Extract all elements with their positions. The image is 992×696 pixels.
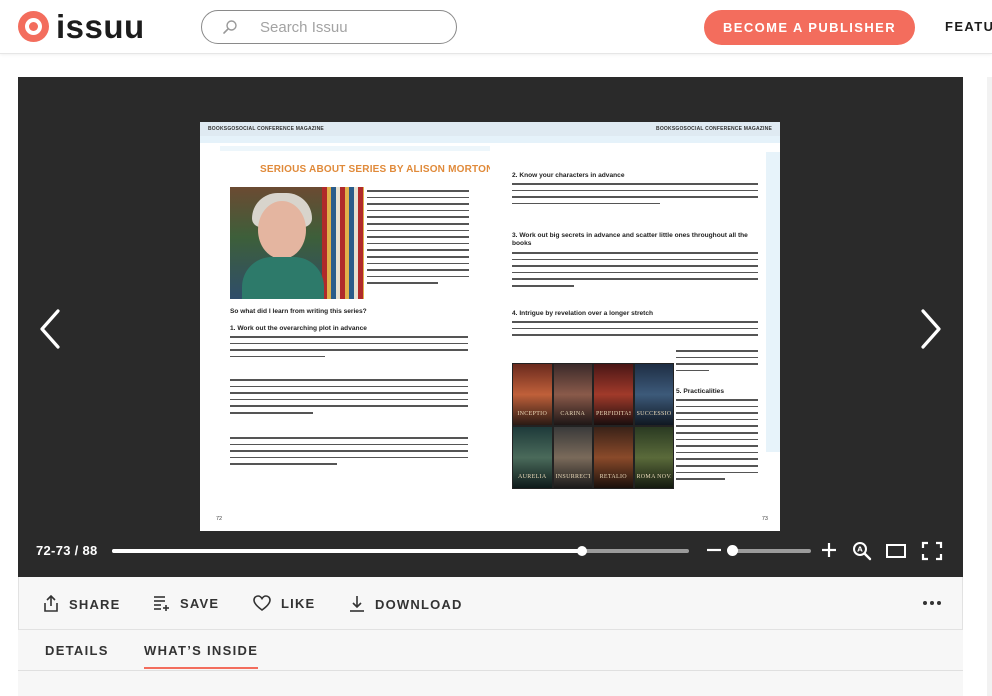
article-text-block (230, 437, 468, 470)
book-cover-title: SUCCESSIO (636, 411, 672, 417)
minus-icon[interactable] (705, 541, 723, 559)
magazine-header-right: BOOKSGOSOCIAL CONFERENCE MAGAZINE (656, 126, 772, 132)
book-cover-title: RETALIO (599, 474, 627, 480)
plus-icon[interactable] (820, 541, 838, 559)
save-label: SAVE (180, 596, 220, 611)
features-nav-link[interactable]: FEATURES (945, 19, 992, 34)
zoom-icon[interactable]: A (852, 541, 872, 561)
book-cover-title: INSURRECTIO (555, 474, 591, 480)
share-button[interactable]: SHARE (43, 595, 121, 613)
book-cover: INSURRECTIO (552, 426, 593, 489)
single-page-icon[interactable] (885, 542, 907, 560)
book-cover-title: ROMA NOVA EXTRA (636, 474, 672, 480)
issuu-logo-icon (18, 11, 49, 42)
book-cover-title: PERFIDITAS (596, 411, 631, 417)
tab-details[interactable]: DETAILS (45, 643, 109, 667)
book-cover: PERFIDITAS (593, 363, 634, 426)
book-cover: CARINA (552, 363, 593, 426)
book-cover-title: AURELIA (518, 474, 547, 480)
page-right: BOOKSGOSOCIAL CONFERENCE MAGAZINE 2. Kno… (490, 122, 780, 531)
search-input[interactable] (260, 18, 440, 36)
book-cover-title: CARINA (560, 411, 586, 417)
chevron-left-icon[interactable] (36, 307, 66, 351)
chevron-right-icon[interactable] (915, 307, 945, 351)
book-cover-title: INCEPTIO (517, 411, 548, 417)
save-list-icon (154, 596, 169, 611)
book-covers-grid: INCEPTIO CARINA PERFIDITAS SUCCESSIO AUR… (512, 363, 674, 489)
share-label: SHARE (69, 596, 121, 612)
article-text-block (512, 183, 758, 209)
page-spread: BOOKSGOSOCIAL CONFERENCE MAGAZINE SERIOU… (200, 122, 780, 531)
article-text-block (230, 379, 468, 419)
magazine-header-left: BOOKSGOSOCIAL CONFERENCE MAGAZINE (208, 126, 324, 132)
search-box[interactable] (201, 10, 457, 44)
right-subheading-4: 5. Practicalities (676, 388, 725, 395)
page-number-right: 73 (761, 516, 768, 522)
viewer-controls: 72-73 / 88 A (18, 533, 963, 577)
zoom-slider[interactable] (732, 549, 811, 553)
decorative-stripe (490, 136, 780, 143)
logo-text: issuu (56, 8, 145, 45)
save-button[interactable]: SAVE (153, 595, 219, 612)
like-label: LIKE (281, 595, 316, 611)
issuu-logo[interactable]: issuu (18, 8, 145, 45)
left-subheading-1: So what did I learn from writing this se… (230, 308, 367, 315)
decorative-stripe (220, 146, 490, 151)
document-viewer: BOOKSGOSOCIAL CONFERENCE MAGAZINE SERIOU… (18, 77, 963, 577)
article-text-block (512, 321, 758, 341)
progress-thumb[interactable] (577, 546, 587, 556)
svg-text:A: A (857, 546, 863, 554)
left-subheading-2: 1. Work out the overarching plot in adva… (230, 325, 367, 332)
more-options-icon[interactable] (923, 601, 944, 605)
tab-whats-inside[interactable]: WHAT’S INSIDE (144, 643, 259, 669)
book-cover: INCEPTIO (512, 363, 553, 426)
article-text-block (676, 350, 758, 376)
decorative-stripe (200, 136, 490, 143)
right-scroll-strip (987, 77, 992, 696)
book-cover: AURELIA (512, 426, 553, 489)
right-subheading-1: 2. Know your characters in advance (512, 172, 625, 179)
page-number-left: 72 (216, 516, 223, 522)
info-tabs: DETAILS WHAT’S INSIDE (18, 630, 963, 671)
right-subheading-2: 3. Work out big secrets in advance and s… (512, 232, 748, 247)
article-text-column (367, 190, 469, 289)
content-area (18, 671, 963, 696)
author-photo (230, 187, 364, 299)
book-cover: SUCCESSIO (633, 363, 674, 426)
like-button[interactable]: LIKE (253, 595, 315, 611)
download-icon (350, 596, 364, 612)
decorative-stripe (766, 152, 780, 452)
become-publisher-button[interactable]: BECOME A PUBLISHER (704, 10, 915, 45)
book-cover: RETALIO (593, 426, 634, 489)
article-text-block (512, 252, 758, 292)
article-title: SERIOUS ABOUT SERIES BY ALISON MORTON (260, 164, 494, 175)
book-cover: ROMA NOVA EXTRA (633, 426, 674, 489)
download-label: DOWNLOAD (375, 596, 463, 612)
right-subheading-3: 4. Intrigue by revelation over a longer … (512, 310, 654, 317)
progress-fill (112, 549, 582, 553)
document-actions-bar: SHARE SAVE LIKE DOWNLOAD (18, 577, 963, 630)
article-text-block (230, 336, 468, 362)
page-left: BOOKSGOSOCIAL CONFERENCE MAGAZINE SERIOU… (200, 122, 493, 531)
download-button[interactable]: DOWNLOAD (349, 595, 463, 613)
fullscreen-icon[interactable] (921, 541, 943, 561)
page-indicator: 72-73 / 88 (36, 543, 98, 558)
page-progress-slider[interactable] (112, 546, 689, 556)
article-text-block (676, 399, 758, 485)
zoom-thumb[interactable] (727, 545, 738, 556)
share-icon (44, 595, 58, 612)
search-icon (223, 20, 237, 34)
heart-icon (253, 595, 271, 611)
top-header: issuu BECOME A PUBLISHER FEATURES (0, 0, 992, 54)
